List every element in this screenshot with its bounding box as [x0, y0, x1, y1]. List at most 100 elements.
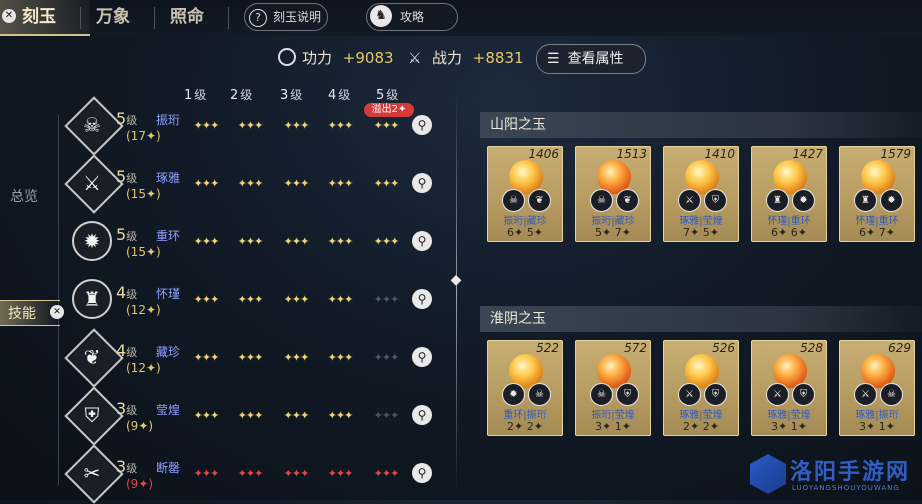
skill-star-slot: ✦✦✦	[283, 293, 310, 306]
panel-divider	[456, 94, 457, 492]
sidebar-item-skills[interactable]: 技能	[8, 303, 36, 323]
skill-mini-icon: ♜	[854, 189, 877, 212]
jade-card[interactable]: 629 ⚔ ☠ 琢雅|振珩 3✦ 1✦	[839, 340, 915, 436]
combat-stat: ⚔ 战力 +8831	[408, 46, 524, 70]
jade-card[interactable]: 1513 ☠ ❦ 振珩|藏珍 5✦ 7✦	[575, 146, 651, 242]
jade-score: 1427	[792, 147, 823, 161]
skill-star-slot: ✦✦✦	[283, 409, 310, 422]
guide-label: 攻略	[400, 10, 425, 24]
skill-star-slot: ✦✦✦	[283, 119, 310, 132]
jade-score: 1513	[616, 147, 647, 161]
skill-name: 重环	[156, 229, 181, 243]
tab-divider	[80, 7, 81, 29]
skill-star-slot: ✦✦✦	[373, 351, 400, 364]
jade-skill-names: 怀瑾|重环	[855, 216, 899, 227]
jade-score: 526	[712, 341, 735, 355]
skill-star-slot: ✦✦✦	[327, 351, 354, 364]
skill-level: 4级	[116, 283, 138, 302]
view-attributes-label: 查看属性	[567, 51, 624, 67]
skill-mini-icon: ⚔	[678, 383, 701, 406]
jade-skill-values: 7✦ 5✦	[683, 226, 719, 239]
skill-star-slot: ✦✦✦	[327, 119, 354, 132]
close-icon[interactable]: ✕	[2, 9, 16, 23]
skill-star-count: (17✦)	[126, 129, 161, 143]
jade-skill-names: 怀瑾|重环	[767, 216, 811, 227]
magnifier-icon[interactable]: ⚲	[412, 463, 432, 483]
combat-icon: ⚔	[408, 49, 422, 67]
watermark-title: 洛阳手游网	[790, 459, 911, 485]
skill-mini-icon: ♜	[766, 189, 789, 212]
jade-card[interactable]: 1406 ☠ ❦ 振珩|藏珍 6✦ 5✦	[487, 146, 563, 242]
magnifier-icon[interactable]: ⚲	[412, 405, 432, 425]
jade-card[interactable]: 1427 ♜ ✹ 怀瑾|重环 6✦ 6✦	[751, 146, 827, 242]
combat-label: 战力	[432, 49, 463, 67]
skill-star-slot: ✦✦✦	[373, 119, 400, 132]
jade-skill-values: 6✦ 6✦	[771, 226, 807, 239]
jade-skill-values: 3✦ 1✦	[771, 420, 807, 433]
jade-score: 1406	[528, 147, 559, 161]
skill-star-slot: ✦✦✦	[373, 409, 400, 422]
skill-star-slot: ✦✦✦	[373, 177, 400, 190]
jade-skill-values: 5✦ 7✦	[595, 226, 631, 239]
jade-skill-values: 6✦ 7✦	[859, 226, 895, 239]
tab-zhaoming[interactable]: 照命	[170, 2, 204, 32]
skill-mini-icon: ✹	[502, 383, 525, 406]
jade-skill-names: 琢雅|莹煌	[767, 410, 811, 421]
blade-icon: ✂	[83, 461, 101, 485]
tab-wanxiang[interactable]: 万象	[96, 2, 130, 32]
jade-card[interactable]: 1579 ♜ ✹ 怀瑾|重环 6✦ 7✦	[839, 146, 915, 242]
skill-level: 5级	[116, 109, 138, 128]
magnifier-icon[interactable]: ⚲	[412, 289, 432, 309]
skill-star-slot: ✦✦✦	[237, 119, 264, 132]
skill-name: 怀瑾	[156, 287, 181, 301]
magnifier-icon[interactable]: ⚲	[412, 347, 432, 367]
jade-skill-names: 琢雅|振珩	[855, 410, 899, 421]
divider-handle-icon[interactable]: ◆	[448, 272, 464, 288]
magnifier-icon[interactable]: ⚲	[412, 115, 432, 135]
jade-skill-names: 重环|振珩	[503, 410, 547, 421]
skill-level: 3级	[116, 457, 138, 476]
jade-skill-values: 2✦ 2✦	[683, 420, 719, 433]
skill-star-slot: ✦✦✦	[283, 235, 310, 248]
skill-star-slot: ✦✦✦	[373, 467, 400, 480]
list-icon: ☰	[547, 51, 560, 67]
magnifier-icon[interactable]: ⚲	[412, 173, 432, 193]
skill-mini-icon: ✹	[792, 189, 815, 212]
jade-card[interactable]: 572 ☠ ⛨ 振珩|莹煌 3✦ 1✦	[575, 340, 651, 436]
jade-card[interactable]: 1410 ⚔ ⛨ 琢雅|莹煌 7✦ 5✦	[663, 146, 739, 242]
skill-star-slot: ✦✦✦	[237, 293, 264, 306]
tab-keyu[interactable]: 刻玉	[22, 2, 56, 32]
skill-mini-icon: ☠	[502, 189, 525, 212]
skill-star-slot: ✦✦✦	[193, 119, 220, 132]
jade-score: 572	[624, 341, 647, 355]
guide-button[interactable]: ♞ 攻略	[366, 3, 458, 31]
power-icon	[278, 48, 296, 66]
jade-skill-names: 琢雅|莹煌	[679, 216, 723, 227]
jade-score: 629	[888, 341, 911, 355]
tab-divider	[154, 7, 155, 29]
jade-skill-values: 3✦ 1✦	[595, 420, 631, 433]
magnifier-icon[interactable]: ⚲	[412, 231, 432, 251]
tab-divider	[228, 7, 229, 29]
question-icon: ?	[249, 8, 267, 27]
shield-icon: ⛨	[84, 403, 100, 427]
help-button[interactable]: ? 刻玉说明	[244, 3, 328, 31]
skill-star-slot: ✦✦✦	[193, 235, 220, 248]
skill-mini-icon: ❦	[528, 189, 551, 212]
power-label: 功力	[302, 49, 333, 67]
jade-card[interactable]: 528 ⚔ ⛨ 琢雅|莹煌 3✦ 1✦	[751, 340, 827, 436]
jade-card[interactable]: 526 ⚔ ⛨ 琢雅|莹煌 2✦ 2✦	[663, 340, 739, 436]
jade-skill-names: 琢雅|莹煌	[679, 410, 723, 421]
skill-mini-icon: ⚔	[766, 383, 789, 406]
watermark: 洛阳手游网 LUOYANGSHOUYOUWANG	[750, 452, 922, 500]
jade-skill-values: 6✦ 5✦	[507, 226, 543, 239]
skill-mini-icon: ⛨	[792, 383, 815, 406]
sidebar-item-overview[interactable]: 总览	[10, 186, 38, 206]
view-attributes-button[interactable]: ☰ 查看属性	[536, 44, 646, 74]
jade-card[interactable]: 522 ✹ ☠ 重环|振珩 2✦ 2✦	[487, 340, 563, 436]
skill-mini-icon: ✹	[880, 189, 903, 212]
skill-star-slot: ✦✦✦	[327, 235, 354, 248]
skill-star-count: (12✦)	[126, 361, 161, 375]
skill-mini-icon: ☠	[590, 189, 613, 212]
skill-mini-icon: ❦	[616, 189, 639, 212]
